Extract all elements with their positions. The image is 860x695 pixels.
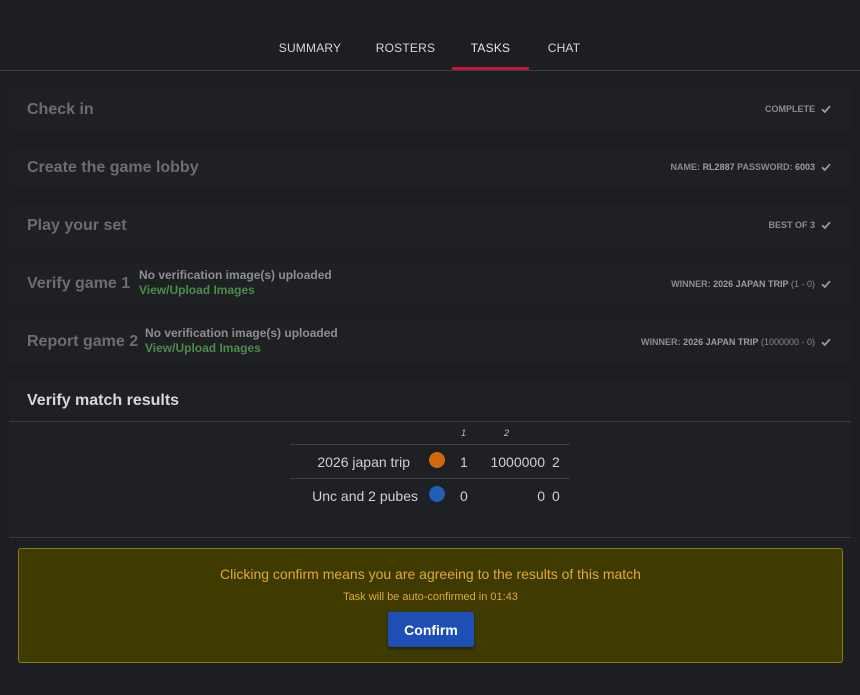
password-label: PASSWORD: (737, 162, 793, 172)
winner-status: WINNER: 2026 JAPAN TRIP (1 - 0) (671, 279, 831, 289)
auto-confirm-timer: Task will be auto-confirmed in 01:43 (343, 591, 518, 603)
table-header: 1 2 (290, 424, 570, 445)
task-title: Check in (27, 101, 94, 118)
task-title: Play your set (27, 217, 127, 234)
table-row: Unc and 2 pubes 0 0 0 (290, 478, 570, 511)
verification-info: No verification image(s) uploaded View/U… (139, 268, 332, 298)
check-icon (821, 163, 831, 172)
check-icon (821, 338, 831, 347)
check-icon (821, 221, 831, 230)
game1-score: 0 (460, 488, 468, 504)
check-icon (821, 280, 831, 289)
team-name: Unc and 2 pubes (312, 488, 418, 504)
game1-score: 1 (460, 454, 468, 470)
status-text: BEST OF 3 (768, 220, 815, 230)
tab-chat[interactable]: CHAT (541, 34, 587, 70)
name-label: NAME: (670, 162, 701, 172)
table-row: 2026 japan trip 1 1000000 2 (290, 445, 570, 478)
active-tab-indicator (452, 67, 529, 70)
game2-score: 1000000 (490, 454, 545, 470)
task-create-lobby: Create the game lobby NAME: RL2887 PASSW… (9, 147, 851, 189)
no-images-text: No verification image(s) uploaded (145, 326, 338, 340)
lobby-password: 6003 (794, 162, 815, 172)
task-play-set: Play your set BEST OF 3 (9, 205, 851, 247)
task-status: COMPLETE (765, 104, 831, 114)
panel-title: Verify match results (27, 392, 180, 409)
task-status: BEST OF 3 (768, 220, 831, 230)
team-color-dot (429, 486, 445, 502)
tab-rosters[interactable]: ROSTERS (372, 34, 439, 70)
task-title: Verify game 1 (27, 275, 131, 292)
task-verify-game-1: Verify game 1 No verification image(s) u… (9, 262, 851, 306)
game2-score: 0 (537, 488, 545, 504)
winner-label: WINNER: (671, 279, 711, 289)
winner-score: (1000000 - 0) (760, 337, 815, 347)
verification-info: No verification image(s) uploaded View/U… (145, 326, 338, 356)
check-icon (821, 105, 831, 114)
divider (9, 421, 851, 422)
task-title: Create the game lobby (27, 159, 199, 176)
lobby-name: RL2887 (702, 162, 735, 172)
no-images-text: No verification image(s) uploaded (139, 268, 332, 282)
task-report-game-2: Report game 2 No verification image(s) u… (9, 320, 851, 364)
task-check-in: Check in COMPLETE (9, 89, 851, 131)
status-text: COMPLETE (764, 104, 815, 114)
winner-name: 2026 JAPAN TRIP (683, 337, 759, 347)
confirm-button[interactable]: Confirm (388, 612, 474, 647)
winner-score: (1 - 0) (790, 279, 815, 289)
team-color-dot (429, 452, 445, 468)
winner-status: WINNER: 2026 JAPAN TRIP (1000000 - 0) (641, 337, 831, 347)
verify-match-results-panel: Verify match results 1 2 2026 japan trip… (9, 380, 851, 538)
task-title: Report game 2 (27, 333, 139, 350)
tab-bar: SUMMARY ROSTERS TASKS CHAT (0, 0, 860, 71)
game-header-2: 2 (504, 428, 510, 438)
total-score: 2 (552, 454, 560, 470)
tab-summary[interactable]: SUMMARY (272, 34, 348, 70)
total-score: 0 (552, 488, 560, 504)
confirm-notice: Clicking confirm means you are agreeing … (18, 548, 843, 663)
winner-label: WINNER: (641, 337, 681, 347)
winner-name: 2026 JAPAN TRIP (713, 279, 789, 289)
game-header-1: 1 (461, 428, 467, 438)
tab-tasks[interactable]: TASKS (452, 34, 529, 70)
view-upload-images-link[interactable]: View/Upload Images (139, 283, 332, 298)
results-table: 1 2 2026 japan trip 1 1000000 2 Unc and … (290, 424, 570, 511)
team-name: 2026 japan trip (317, 454, 410, 470)
confirm-message: Clicking confirm means you are agreeing … (220, 566, 641, 582)
lobby-credentials: NAME: RL2887 PASSWORD: 6003 (671, 162, 831, 172)
view-upload-images-link[interactable]: View/Upload Images (145, 341, 338, 356)
